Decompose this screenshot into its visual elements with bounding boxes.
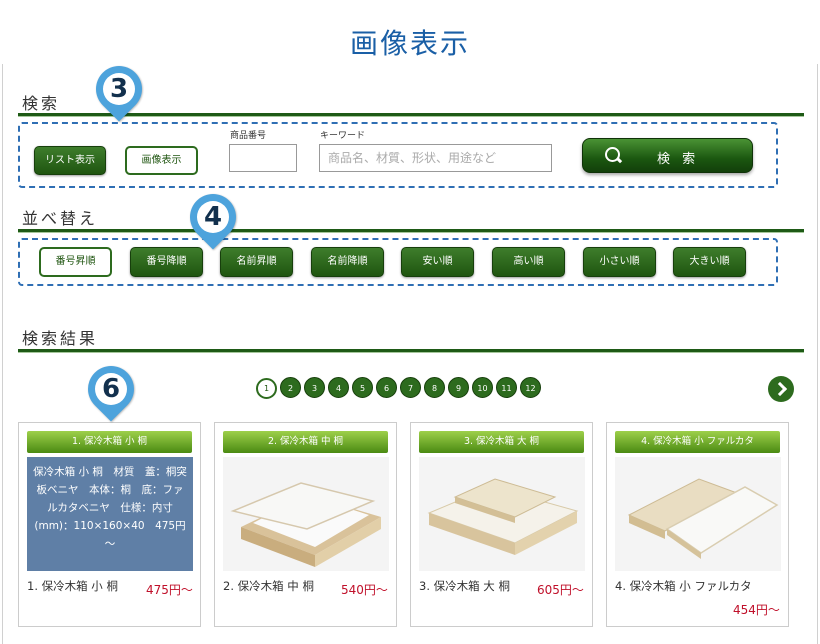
- keyword-input[interactable]: 商品名、材質、形状、用途など: [319, 144, 552, 172]
- sort-button-number-desc[interactable]: 番号降順: [130, 247, 203, 277]
- wooden-box-image: [223, 457, 389, 571]
- product-card-header[interactable]: 4. 保冷木箱 小 ファルカタ: [615, 431, 780, 453]
- product-card[interactable]: 4. 保冷木箱 小 ファルカタ 4. 保冷木箱 小 ファルカタ 454円～: [606, 422, 789, 627]
- product-name[interactable]: 2. 保冷木箱 中 桐: [223, 578, 314, 594]
- product-card-header[interactable]: 2. 保冷木箱 中 桐: [223, 431, 388, 453]
- product-card[interactable]: 2. 保冷木箱 中 桐 2. 保冷木箱 中 桐 540円～: [214, 422, 397, 627]
- product-name[interactable]: 3. 保冷木箱 大 桐: [419, 578, 510, 594]
- page-11-button[interactable]: 11: [496, 377, 517, 398]
- annotation-marker-3: 3: [86, 56, 152, 122]
- results-section-title: 検索結果: [22, 329, 99, 348]
- list-view-button[interactable]: リスト表示: [34, 146, 106, 175]
- page-4-button[interactable]: 4: [328, 377, 349, 398]
- product-price: 475円～: [146, 583, 193, 597]
- product-card[interactable]: 3. 保冷木箱 大 桐 3. 保冷木箱 大 桐 605円～: [410, 422, 593, 627]
- product-price: 454円～: [733, 603, 780, 617]
- wooden-box-image: [615, 457, 781, 571]
- product-image[interactable]: [419, 457, 585, 571]
- product-image[interactable]: 保冷木箱 小 桐 材質 蓋：桐突板ベニヤ 本体：桐 底：ファルカタベニヤ 仕様：…: [27, 457, 193, 571]
- image-view-button[interactable]: 画像表示: [125, 146, 198, 175]
- sort-section-title: 並べ替え: [22, 209, 99, 228]
- keyword-label: キーワード: [320, 131, 366, 141]
- item-number-input[interactable]: [229, 144, 297, 172]
- sort-button-number-asc[interactable]: 番号昇順: [39, 247, 112, 277]
- results-divider: [18, 349, 804, 353]
- search-icon: [605, 147, 620, 162]
- search-button-label: 検 索: [657, 152, 700, 167]
- product-card-header[interactable]: 3. 保冷木箱 大 桐: [419, 431, 584, 453]
- product-price: 540円～: [341, 583, 388, 597]
- product-price: 605円～: [537, 583, 584, 597]
- page-7-button[interactable]: 7: [400, 377, 421, 398]
- page-8-button[interactable]: 8: [424, 377, 445, 398]
- sort-button-name-desc[interactable]: 名前降順: [311, 247, 384, 277]
- product-image[interactable]: [223, 457, 389, 571]
- annotation-marker-6: 6: [78, 356, 144, 422]
- item-number-label: 商品番号: [230, 131, 267, 141]
- wooden-box-image: [419, 457, 585, 571]
- page-5-button[interactable]: 5: [352, 377, 373, 398]
- sort-divider: [18, 229, 804, 233]
- page-1-button[interactable]: 1: [256, 378, 277, 399]
- search-section-title: 検索: [22, 94, 61, 113]
- page-10-button[interactable]: 10: [472, 377, 493, 398]
- pagination: 1 2 3 4 5 6 7 8 9 10 11 12: [256, 376, 544, 399]
- page-9-button[interactable]: 9: [448, 377, 469, 398]
- sort-button-expensive[interactable]: 高い順: [492, 247, 565, 277]
- product-name[interactable]: 4. 保冷木箱 小 ファルカタ: [615, 578, 752, 594]
- product-card-header[interactable]: 1. 保冷木箱 小 桐: [27, 431, 192, 453]
- page-12-button[interactable]: 12: [520, 377, 541, 398]
- product-hover-description: 保冷木箱 小 桐 材質 蓋：桐突板ベニヤ 本体：桐 底：ファルカタベニヤ 仕様：…: [27, 457, 193, 571]
- annotation-marker-4: 4: [180, 184, 246, 250]
- page-6-button[interactable]: 6: [376, 377, 397, 398]
- next-page-icon[interactable]: [768, 376, 794, 402]
- sort-button-small[interactable]: 小さい順: [583, 247, 656, 277]
- page-2-button[interactable]: 2: [280, 377, 301, 398]
- product-image[interactable]: [615, 457, 781, 571]
- search-divider: [18, 113, 804, 117]
- page-title: 画像表示: [349, 27, 470, 60]
- product-name[interactable]: 1. 保冷木箱 小 桐: [27, 578, 118, 594]
- sort-button-name-asc[interactable]: 名前昇順: [220, 247, 293, 277]
- sort-button-large[interactable]: 大きい順: [673, 247, 746, 277]
- sort-button-cheap[interactable]: 安い順: [401, 247, 474, 277]
- page-3-button[interactable]: 3: [304, 377, 325, 398]
- product-card[interactable]: 1. 保冷木箱 小 桐 保冷木箱 小 桐 材質 蓋：桐突板ベニヤ 本体：桐 底：…: [18, 422, 201, 627]
- search-button[interactable]: 検 索: [582, 138, 753, 173]
